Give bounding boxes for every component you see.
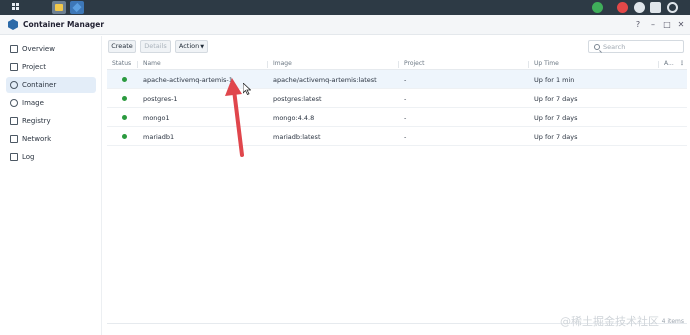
overview-icon bbox=[10, 45, 18, 53]
column-header-uptime[interactable]: Up Time bbox=[534, 60, 559, 67]
watermark: @稀土掘金技术社区 bbox=[560, 315, 659, 328]
mouse-pointer-icon bbox=[243, 83, 251, 95]
running-status-icon bbox=[122, 77, 127, 82]
notification-icon[interactable] bbox=[617, 2, 628, 13]
image-icon bbox=[10, 99, 18, 107]
column-header-project[interactable]: Project bbox=[404, 60, 425, 67]
table-row[interactable]: apache-activemq-artemis-1 apache/activem… bbox=[107, 70, 687, 89]
container-name: apache-activemq-artemis-1 bbox=[143, 76, 233, 84]
sidebar-item-label: Network bbox=[22, 135, 52, 143]
column-divider[interactable] bbox=[658, 61, 659, 68]
table-header: Status Name Image Project Up Time A... ⋮ bbox=[107, 59, 687, 70]
user-icon[interactable] bbox=[634, 2, 645, 13]
title-bar: Container Manager ? – □ ✕ bbox=[0, 15, 690, 35]
running-status-icon bbox=[122, 115, 127, 120]
search-box[interactable] bbox=[588, 40, 684, 53]
search-input[interactable] bbox=[603, 42, 681, 52]
window-title: Container Manager bbox=[23, 20, 105, 29]
search-taskbar-icon[interactable] bbox=[667, 2, 678, 13]
column-header-status[interactable]: Status bbox=[112, 60, 131, 67]
running-status-icon bbox=[122, 96, 127, 101]
container-image: mongo:4.4.8 bbox=[273, 114, 315, 122]
log-icon bbox=[10, 153, 18, 161]
container-project: - bbox=[404, 133, 407, 141]
main-menu-icon[interactable] bbox=[10, 1, 24, 14]
container-manager-taskbar-icon[interactable] bbox=[70, 1, 84, 14]
action-label: Action bbox=[178, 42, 200, 50]
sidebar: Overview Project Container Image Registr… bbox=[0, 36, 102, 335]
container-uptime: Up for 7 days bbox=[534, 95, 578, 103]
container-list-panel: Create Details Action▼ Status Name Image… bbox=[103, 36, 690, 335]
sidebar-item-container[interactable]: Container bbox=[6, 77, 96, 93]
sidebar-item-label: Container bbox=[22, 81, 57, 89]
column-options-icon[interactable]: ⋮ bbox=[679, 60, 685, 67]
taskbar bbox=[0, 0, 690, 15]
container-image: postgres:latest bbox=[273, 95, 322, 103]
sidebar-item-registry[interactable]: Registry bbox=[6, 113, 96, 129]
sidebar-item-label: Overview bbox=[22, 45, 55, 53]
sidebar-item-log[interactable]: Log bbox=[6, 149, 96, 165]
column-header-name[interactable]: Name bbox=[143, 60, 161, 67]
sidebar-item-label: Project bbox=[22, 63, 46, 71]
details-button[interactable]: Details bbox=[140, 40, 171, 53]
project-icon bbox=[10, 63, 18, 71]
table-row[interactable]: mongo1 mongo:4.4.8 - Up for 7 days bbox=[107, 108, 687, 127]
container-name: mongo1 bbox=[143, 114, 170, 122]
column-header-truncated[interactable]: A... bbox=[664, 60, 674, 67]
table-row[interactable]: mariadb1 mariadb:latest - Up for 7 days bbox=[107, 127, 687, 146]
chevron-down-icon: ▼ bbox=[200, 44, 205, 50]
sidebar-item-project[interactable]: Project bbox=[6, 59, 96, 75]
container-manager-window: Container Manager ? – □ ✕ Overview Proje… bbox=[0, 15, 690, 335]
container-name: postgres-1 bbox=[143, 95, 178, 103]
container-icon bbox=[10, 81, 18, 89]
sidebar-item-label: Registry bbox=[22, 117, 51, 125]
sidebar-item-label: Log bbox=[22, 153, 35, 161]
registry-icon bbox=[10, 117, 18, 125]
container-uptime: Up for 7 days bbox=[534, 114, 578, 122]
container-project: - bbox=[404, 114, 407, 122]
file-station-taskbar-icon[interactable] bbox=[52, 1, 66, 14]
minimize-button[interactable]: – bbox=[648, 20, 658, 30]
widgets-icon[interactable] bbox=[650, 2, 661, 13]
sidebar-item-overview[interactable]: Overview bbox=[6, 41, 96, 57]
column-divider[interactable] bbox=[528, 61, 529, 68]
column-divider[interactable] bbox=[267, 61, 268, 68]
sync-status-icon[interactable] bbox=[592, 2, 603, 13]
help-button[interactable]: ? bbox=[633, 20, 643, 30]
table-row[interactable]: postgres-1 postgres:latest - Up for 7 da… bbox=[107, 89, 687, 108]
action-dropdown[interactable]: Action▼ bbox=[175, 40, 208, 53]
item-count: 4 items bbox=[661, 318, 684, 325]
column-divider[interactable] bbox=[137, 61, 138, 68]
container-uptime: Up for 7 days bbox=[534, 133, 578, 141]
column-header-image[interactable]: Image bbox=[273, 60, 292, 67]
sidebar-item-label: Image bbox=[22, 99, 44, 107]
maximize-button[interactable]: □ bbox=[662, 20, 672, 30]
running-status-icon bbox=[122, 134, 127, 139]
network-icon bbox=[10, 135, 18, 143]
container-uptime: Up for 1 min bbox=[534, 76, 575, 84]
column-divider[interactable] bbox=[398, 61, 399, 68]
close-button[interactable]: ✕ bbox=[676, 20, 686, 30]
container-name: mariadb1 bbox=[143, 133, 175, 141]
container-project: - bbox=[404, 76, 407, 84]
container-manager-logo-icon bbox=[8, 19, 18, 30]
container-image: mariadb:latest bbox=[273, 133, 321, 141]
sidebar-item-image[interactable]: Image bbox=[6, 95, 96, 111]
sidebar-item-network[interactable]: Network bbox=[6, 131, 96, 147]
container-image: apache/activemq-artemis:latest bbox=[273, 76, 377, 84]
search-icon bbox=[594, 44, 600, 50]
container-project: - bbox=[404, 95, 407, 103]
create-button[interactable]: Create bbox=[108, 40, 136, 53]
